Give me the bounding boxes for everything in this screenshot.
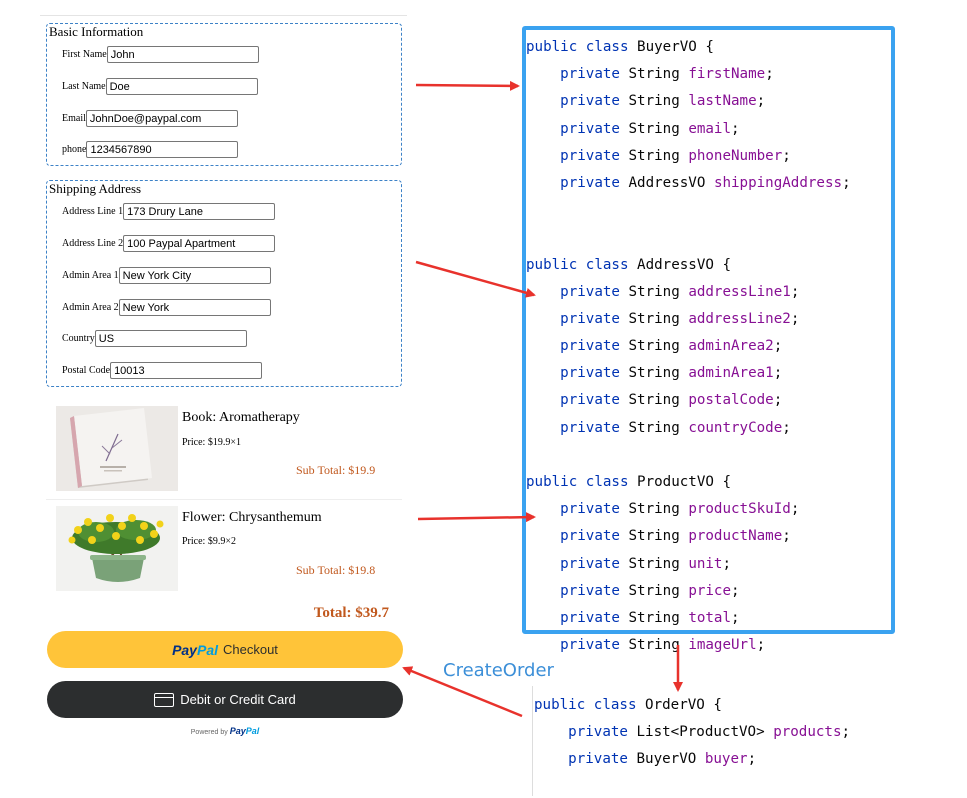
arrow-buyer bbox=[415, 80, 520, 91]
arrow-product bbox=[417, 512, 536, 523]
arrow-address bbox=[415, 260, 536, 298]
arrow-layer bbox=[402, 80, 683, 718]
arrow-create-order bbox=[402, 666, 523, 718]
